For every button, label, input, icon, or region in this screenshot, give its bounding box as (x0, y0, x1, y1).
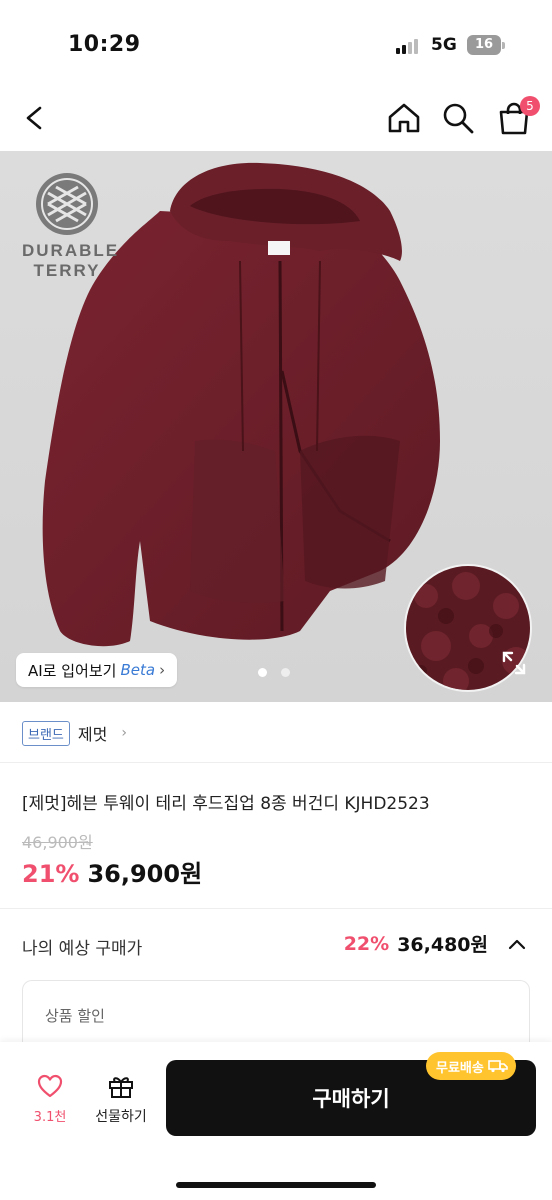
free-shipping-label: 무료배송 (436, 1060, 484, 1076)
estimated-price-toggle[interactable]: 22% 36,480원 (344, 930, 528, 957)
ai-try-on-button[interactable]: AI로 입어보기 Beta › (16, 653, 178, 687)
product-image-carousel[interactable]: DURABLE TERRY AI로 입어보기 Beta › (0, 151, 552, 702)
beta-label: Beta (120, 661, 156, 679)
cart-badge: 5 (520, 96, 540, 116)
home-icon[interactable] (384, 98, 424, 138)
home-indicator (176, 1182, 376, 1188)
battery-icon: 16 (467, 35, 501, 55)
heart-icon (37, 1074, 63, 1098)
free-shipping-badge: 무료배송 (426, 1052, 516, 1080)
chevron-right-icon: › (159, 661, 166, 679)
gift-label: 선물하기 (95, 1109, 147, 1125)
chevron-right-icon: › (121, 725, 127, 741)
estimated-discount-rate: 22% (343, 932, 390, 955)
battery-tip (502, 42, 505, 49)
product-discount-label: 상품 할인 (45, 1007, 105, 1025)
carousel-dots (258, 668, 290, 677)
brand-name: 제멋 (77, 725, 108, 744)
search-icon[interactable] (438, 98, 478, 138)
logo-emblem-icon (36, 173, 98, 235)
carousel-dot-1[interactable] (258, 668, 267, 677)
top-nav (0, 90, 552, 150)
discount-rate: 21% (22, 860, 80, 888)
sale-price: 36,900원 (87, 860, 203, 888)
signal-icon (396, 38, 422, 54)
like-button[interactable]: 3.1천 (26, 1072, 74, 1125)
brand-tag: 브랜드 (22, 720, 70, 746)
divider (0, 762, 552, 763)
bottom-action-bar: 3.1천 선물하기 구매하기 무료배송 (0, 1042, 552, 1200)
chevron-up-icon (508, 939, 526, 949)
logo-line-2: TERRY (33, 261, 101, 280)
durable-terry-logo: DURABLE TERRY (22, 171, 120, 281)
gift-icon (109, 1077, 133, 1098)
divider (0, 908, 552, 909)
ai-try-on-label: AI로 입어보기 (28, 661, 117, 680)
status-bar: 10:29 5G 16 (0, 0, 552, 90)
estimated-price: 36,480원 (397, 934, 488, 956)
carousel-dot-2[interactable] (281, 668, 290, 677)
gift-button[interactable]: 선물하기 (88, 1072, 154, 1126)
status-time: 10:29 (68, 32, 141, 57)
estimated-price-label: 나의 예상 구매가 (22, 939, 143, 959)
price-row: 21% 36,900원 (22, 854, 202, 889)
product-title: [제멋]헤븐 투웨이 테리 후드집업 8종 버건디 KJHD2523 (22, 794, 430, 814)
truck-icon (488, 1060, 508, 1073)
like-count: 3.1천 (33, 1110, 67, 1125)
back-icon[interactable] (14, 98, 54, 138)
original-price: 46,900원 (22, 833, 93, 852)
brand-link[interactable]: 브랜드 제멋 › (22, 716, 127, 750)
network-label: 5G (431, 35, 457, 55)
expand-icon[interactable] (500, 649, 528, 677)
logo-line-1: DURABLE (22, 241, 120, 260)
